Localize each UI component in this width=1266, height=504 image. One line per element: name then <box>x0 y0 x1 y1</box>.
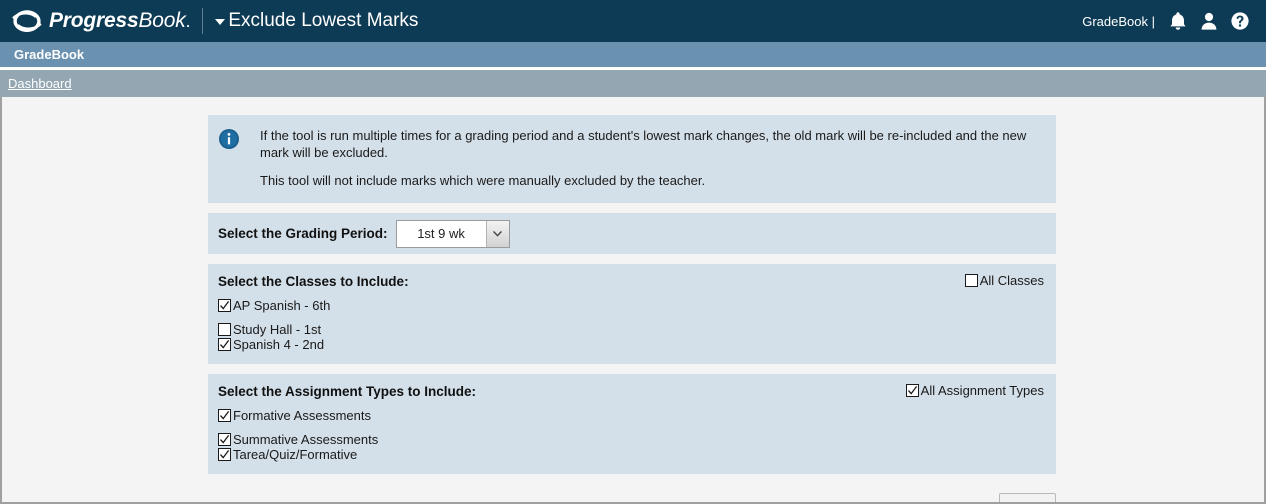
user-context-label: GradeBook | <box>1082 13 1155 29</box>
chevron-down-icon <box>493 230 502 237</box>
footer-actions: Next <box>208 484 1056 502</box>
checkbox-assignment-type-label: Summative Assessments <box>233 432 379 447</box>
bell-icon[interactable] <box>1168 10 1188 32</box>
grading-period-panel: Select the Grading Period: 1st 9 wk <box>208 213 1056 254</box>
assignment-types-panel: Select the Assignment Types to Include: … <box>208 374 1056 474</box>
classes-panel: Select the Classes to Include: All Class… <box>208 264 1056 364</box>
module-bar: GradeBook <box>0 42 1266 70</box>
module-label: GradeBook <box>14 47 85 62</box>
info-circle-icon <box>219 129 239 149</box>
assignment-types-checkbox-grid: Formative Assessments Summative Assessme… <box>218 408 1044 462</box>
checkbox-assignment-type-formative-assessments[interactable]: Formative Assessments <box>218 408 652 423</box>
classes-title: Select the Classes to Include: <box>218 274 409 289</box>
breadcrumb: Dashboard <box>0 70 1266 97</box>
assignment-types-column-left: Formative Assessments Summative Assessme… <box>218 408 652 447</box>
checkbox-checked-icon <box>218 409 231 422</box>
checkbox-all-assignment-types-label: All Assignment Types <box>920 383 1044 398</box>
next-button[interactable]: Next <box>999 493 1056 502</box>
checkbox-assignment-type-label: Formative Assessments <box>233 408 371 423</box>
header-actions: GradeBook | <box>1082 10 1254 32</box>
checkbox-unchecked-icon <box>964 274 978 287</box>
checkbox-assignment-type-label: Tarea/Quiz/Formative <box>233 447 358 462</box>
assignment-types-title: Select the Assignment Types to Include: <box>218 384 477 399</box>
info-paragraph-2: This tool will not include marks which w… <box>260 173 706 188</box>
content-area: If the tool is run multiple times for a … <box>0 97 1266 504</box>
breadcrumb-link-dashboard[interactable]: Dashboard <box>8 76 72 91</box>
grading-period-dropdown-button[interactable] <box>485 220 509 247</box>
info-panel: If the tool is run multiple times for a … <box>208 115 1056 203</box>
checkbox-assignment-type-summative-assessments[interactable]: Summative Assessments <box>218 432 652 447</box>
classes-checkbox-grid: AP Spanish - 6th Study Hall - 1st Spanis… <box>218 298 1044 352</box>
checkbox-class-label: Spanish 4 - 2nd <box>233 337 325 352</box>
info-paragraph-1: If the tool is run multiple times for a … <box>260 128 1027 160</box>
checkbox-class-study-hall-1st[interactable]: Study Hall - 1st <box>218 322 652 337</box>
checkbox-checked-icon <box>218 299 231 312</box>
caret-down-icon <box>215 19 226 25</box>
checkbox-all-classes[interactable]: All Classes <box>964 273 1044 288</box>
checkbox-checked-icon <box>218 433 231 446</box>
header-divider <box>202 8 204 34</box>
help-circle-icon[interactable] <box>1230 10 1250 32</box>
classes-column-left: AP Spanish - 6th Study Hall - 1st <box>218 298 652 337</box>
assignment-types-panel-header: Select the Assignment Types to Include: … <box>218 383 1044 399</box>
info-text-block: If the tool is run multiple times for a … <box>260 127 1042 189</box>
top-navigation-bar: ProgressBook. Exclude Lowest Marks Grade… <box>0 0 1266 42</box>
checkbox-class-label: AP Spanish - 6th <box>233 298 331 313</box>
checkbox-checked-icon <box>218 448 231 461</box>
checkbox-checked-icon <box>218 338 231 351</box>
page-title: Exclude Lowest Marks <box>228 10 419 31</box>
page-title-menu[interactable]: Exclude Lowest Marks <box>215 10 418 32</box>
graduation-swoosh-logo-icon <box>12 10 42 32</box>
grading-period-selected-value: 1st 9 wk <box>417 226 465 241</box>
brand-logo[interactable]: ProgressBook. <box>10 7 191 35</box>
app-window: ProgressBook. Exclude Lowest Marks Grade… <box>0 0 1266 504</box>
checkbox-all-assignment-types[interactable]: All Assignment Types <box>905 383 1044 398</box>
checkbox-checked-icon <box>905 384 919 397</box>
grading-period-select[interactable]: 1st 9 wk <box>395 219 510 248</box>
user-icon[interactable] <box>1199 10 1219 32</box>
checkbox-class-spanish-4-2nd[interactable]: Spanish 4 - 2nd <box>218 337 652 352</box>
classes-panel-header: Select the Classes to Include: All Class… <box>218 273 1044 289</box>
classes-column-right: Spanish 4 - 2nd <box>218 337 652 352</box>
grading-period-label: Select the Grading Period: <box>218 226 388 241</box>
checkbox-class-label: Study Hall - 1st <box>233 322 322 337</box>
panels-container: If the tool is run multiple times for a … <box>208 97 1056 474</box>
checkbox-class-ap-spanish-6th[interactable]: AP Spanish - 6th <box>218 298 652 313</box>
checkbox-assignment-type-tarea-quiz-formative[interactable]: Tarea/Quiz/Formative <box>218 447 652 462</box>
checkbox-unchecked-icon <box>218 323 231 336</box>
checkbox-all-classes-label: All Classes <box>979 273 1044 288</box>
assignment-types-column-right: Tarea/Quiz/Formative <box>218 447 652 462</box>
brand-name: ProgressBook. <box>49 9 191 32</box>
